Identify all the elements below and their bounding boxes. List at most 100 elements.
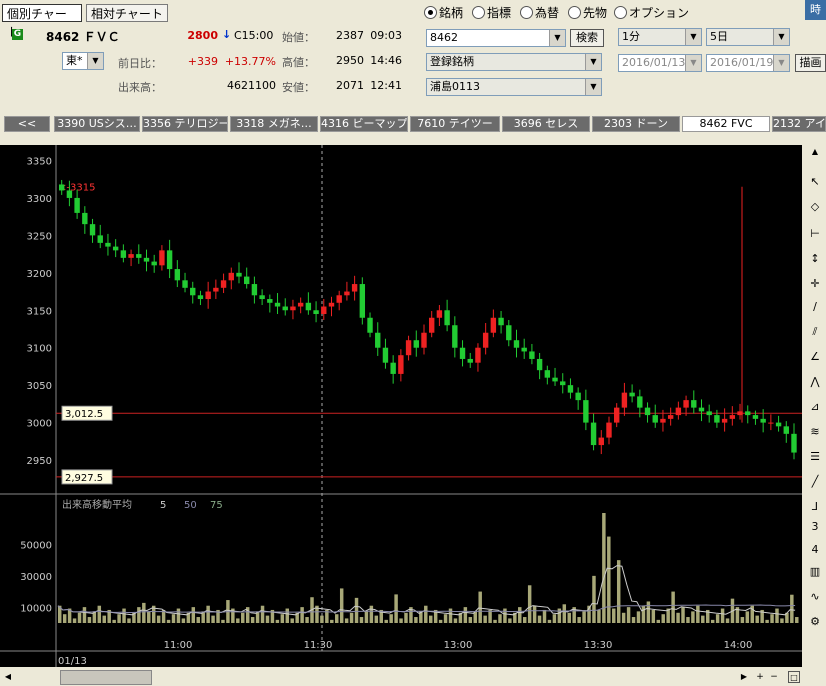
tab-individual-chart[interactable]: 個別チャート	[2, 4, 82, 39]
candle-body	[459, 347, 466, 359]
horizontal-line-icon[interactable]: ⊢	[808, 227, 822, 241]
volume-bar	[275, 619, 280, 623]
candle-body	[667, 415, 674, 419]
grid-lines-icon[interactable]: ▥	[808, 565, 822, 579]
candle-body	[513, 340, 520, 348]
volume-bar	[597, 609, 601, 623]
volume-bar	[681, 607, 685, 623]
stock-tab-5[interactable]: 7610 テイツー	[410, 116, 500, 132]
price-tick-label: 3200	[27, 269, 52, 280]
radio-option-0[interactable]: 銘柄	[424, 4, 463, 21]
low-label: 安値：	[282, 81, 315, 94]
volume-bar	[636, 611, 641, 623]
price-chart[interactable]: 3350 3300 3250 3200 3150 3100 3050 3000 2950 5000…	[0, 145, 802, 667]
volume-bar	[547, 619, 552, 623]
angle-line-icon[interactable]: ⊿	[808, 400, 822, 414]
horizontal-scrollbar[interactable]: ◀ ▶ + − □	[0, 668, 826, 686]
stock-tab-3[interactable]: 3318 メガネ…	[230, 116, 318, 132]
cursor-icon[interactable]: ↖	[808, 175, 822, 189]
fan-line-icon[interactable]: ∠	[808, 350, 822, 364]
fan-multi-icon[interactable]: ⋀	[808, 375, 822, 389]
stock-tab-7[interactable]: 2303 ドーン	[592, 116, 680, 132]
scroll-up-icon[interactable]: ▲	[807, 147, 823, 157]
volume-bar	[755, 615, 759, 623]
volume-bar	[429, 615, 433, 623]
volume-bar	[122, 608, 126, 623]
radio-option-4[interactable]: オプション	[614, 4, 689, 21]
date-from-input[interactable]: 2016/01/13 ▼	[618, 54, 702, 72]
candle-body	[220, 280, 227, 288]
candle-body	[598, 437, 604, 446]
volume-bar	[498, 614, 502, 623]
group-list-select[interactable]: 浦島0113 ▼	[426, 78, 602, 96]
volume-bar	[142, 602, 146, 623]
candle-body	[336, 295, 342, 303]
radio-option-3[interactable]: 先物	[568, 4, 607, 21]
stock-tab-6[interactable]: 3696 セレス	[502, 116, 590, 132]
level-3-icon[interactable]: 3	[808, 520, 822, 534]
price-tick-label: 3250	[27, 231, 52, 242]
candle-body	[536, 358, 543, 371]
range-select[interactable]: 5日 ▼	[706, 28, 790, 46]
dropdown-arrow-icon: ▼	[685, 55, 701, 71]
price-tick-label: 3300	[27, 194, 52, 205]
trend-line-icon[interactable]: ∕	[808, 300, 822, 314]
volume-bar	[320, 615, 324, 623]
candle-body	[66, 190, 73, 198]
tab-relative-chart[interactable]: 相対チャート	[86, 4, 168, 22]
radio-option-2[interactable]: 為替	[520, 4, 559, 21]
stock-tab-2[interactable]: 3356 テリロジー	[142, 116, 228, 132]
market-select[interactable]: 東* ▼	[62, 52, 104, 70]
candle-body	[382, 347, 389, 363]
search-button[interactable]: 検索	[570, 29, 604, 47]
zoom-in-icon[interactable]: +	[754, 671, 766, 683]
volume-bar	[518, 607, 522, 623]
candle-body	[529, 351, 535, 359]
volume-bar	[532, 605, 537, 623]
sine-icon[interactable]: ∿	[808, 590, 822, 604]
level-4-icon[interactable]: 4	[808, 543, 822, 557]
time-button[interactable]: 時	[805, 0, 826, 20]
candle-body	[367, 317, 373, 333]
date-label: 01/13	[58, 656, 87, 667]
date-to-input[interactable]: 2016/01/19 ▼	[706, 54, 790, 72]
volume-bar	[602, 513, 606, 623]
draw-button[interactable]: 描画	[795, 54, 826, 72]
eraser-icon[interactable]: ◇	[808, 200, 822, 214]
radio-option-1[interactable]: 指標	[472, 4, 511, 21]
volume-bar	[488, 609, 492, 623]
stock-tab-1[interactable]: 3390 USシス…	[54, 116, 140, 132]
stock-tab-8[interactable]: 8462 FVC	[682, 116, 770, 132]
volume-tick-label: 10000	[20, 603, 52, 614]
registered-list-select[interactable]: 登録銘柄 ▼	[426, 53, 602, 71]
volume-legend-period: 75	[210, 500, 223, 511]
stock-tab-0[interactable]: <<	[4, 116, 50, 132]
stock-code-input[interactable]: 8462 ▼	[426, 29, 566, 47]
scroll-left-icon[interactable]: ◀	[2, 671, 14, 683]
fibonacci-icon[interactable]: ☰	[808, 450, 822, 464]
volume-bar	[77, 612, 82, 623]
zoom-out-icon[interactable]: −	[768, 671, 780, 683]
settings-icon[interactable]: ⚙	[808, 615, 822, 629]
time-tick-label: 14:00	[724, 640, 753, 651]
volume-bar	[344, 618, 349, 623]
high-value: 2950	[336, 54, 364, 67]
volume-bar	[300, 607, 304, 623]
dropdown-arrow-icon[interactable]: ▼	[549, 30, 565, 46]
vertical-line-icon[interactable]: ↕	[808, 252, 822, 266]
retracement-icon[interactable]: ≋	[808, 425, 822, 439]
interval-select[interactable]: 1分 ▼	[618, 28, 702, 46]
parallel-line-icon[interactable]: ⫽	[808, 325, 822, 339]
volume-bar	[701, 615, 705, 623]
candle-body	[174, 269, 181, 281]
volume-bar	[260, 605, 265, 623]
scroll-thumb[interactable]	[60, 670, 152, 685]
bracket-icon[interactable]: ⅃	[808, 500, 822, 514]
stock-tab-9[interactable]: 2132 アイ	[772, 116, 826, 132]
chart-svg: 3350 3300 3250 3200 3150 3100 3050 3000 2950 5000…	[0, 145, 802, 667]
crosshair-icon[interactable]: ✛	[808, 277, 822, 291]
scroll-right-icon[interactable]: ▶	[738, 671, 750, 683]
stock-tab-4[interactable]: 4316 ビーマップ	[320, 116, 408, 132]
fit-icon[interactable]: □	[788, 671, 800, 683]
channel-icon[interactable]: ╱	[808, 475, 822, 489]
